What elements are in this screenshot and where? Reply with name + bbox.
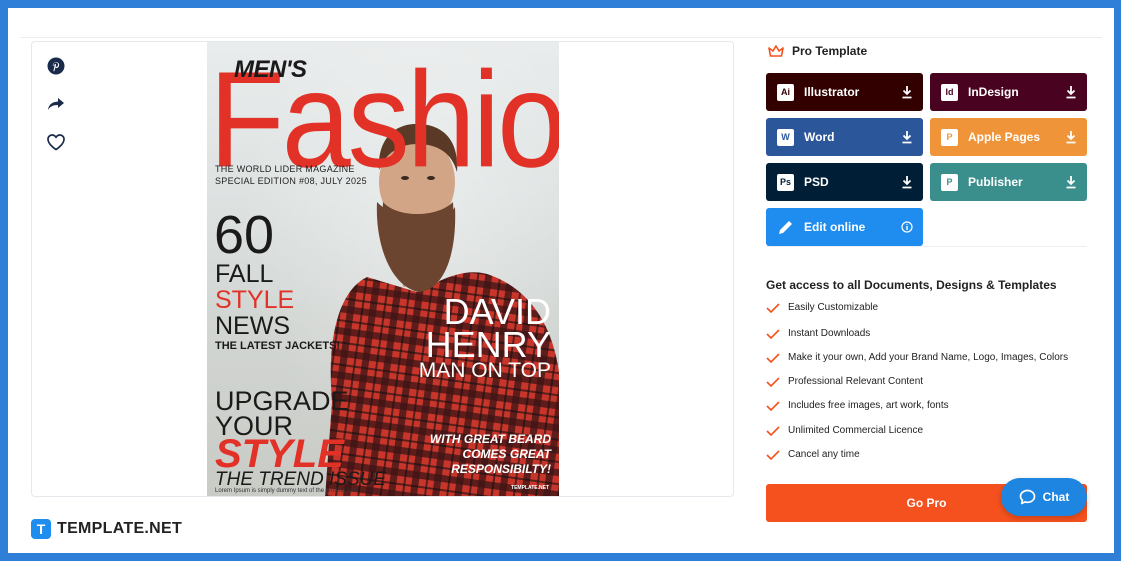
chat-bubble-icon bbox=[1019, 489, 1036, 505]
illustrator-icon: Ai bbox=[777, 83, 794, 101]
feature-item: Cancel any time bbox=[766, 449, 860, 460]
cover-henry: HENRY bbox=[425, 324, 551, 365]
chat-button[interactable]: Chat bbox=[1001, 478, 1087, 516]
feature-text: Make it your own, Add your Brand Name, L… bbox=[788, 352, 1069, 363]
check-icon bbox=[766, 328, 780, 339]
photoshop-icon: Ps bbox=[777, 173, 794, 191]
download-icon bbox=[1066, 176, 1076, 189]
format-word-button[interactable]: W Word bbox=[766, 118, 923, 156]
cover-edition: SPECIAL EDITION #08, JULY 2025 bbox=[215, 176, 367, 186]
download-icon bbox=[902, 86, 912, 99]
template-net-logo[interactable]: T TEMPLATE.NET bbox=[31, 519, 182, 539]
share-actions bbox=[44, 54, 68, 168]
heart-icon bbox=[47, 134, 65, 151]
favorite-button[interactable] bbox=[44, 130, 68, 154]
cover-brand: TEMPLATE.NET bbox=[511, 485, 549, 491]
check-icon bbox=[766, 376, 780, 387]
publisher-icon: P bbox=[941, 173, 958, 191]
format-apple-pages-button[interactable]: P Apple Pages bbox=[930, 118, 1087, 156]
check-icon bbox=[766, 302, 780, 313]
format-label: Apple Pages bbox=[968, 130, 1041, 144]
indesign-icon: Id bbox=[941, 83, 958, 101]
chat-label: Chat bbox=[1042, 490, 1070, 504]
cover-beard-line1: WITH GREAT BEARD bbox=[429, 432, 551, 446]
cover-trend-issue: THE TREND ISSUE bbox=[215, 469, 387, 490]
feature-text: Easily Customizable bbox=[788, 302, 879, 313]
format-label: Edit online bbox=[804, 220, 866, 234]
check-icon bbox=[766, 400, 780, 411]
share-button[interactable] bbox=[44, 92, 68, 116]
feature-text: Cancel any time bbox=[788, 449, 860, 460]
feature-text: Instant Downloads bbox=[788, 328, 871, 339]
section-divider bbox=[766, 246, 1087, 247]
check-icon bbox=[766, 352, 780, 363]
feature-item: Easily Customizable bbox=[766, 302, 878, 313]
cover-style: STYLE bbox=[215, 286, 295, 314]
logo-mark-icon: T bbox=[31, 519, 51, 539]
download-icon bbox=[1066, 86, 1076, 99]
share-arrow-icon bbox=[48, 98, 64, 110]
feature-text: Includes free images, art work, fonts bbox=[788, 400, 949, 411]
feature-item: Unlimited Commercial Licence bbox=[766, 425, 923, 436]
cover-beard-line2: COMES GREAT bbox=[462, 447, 551, 461]
download-icon bbox=[902, 176, 912, 189]
cover-lorem: Lorem Ipsum is simply dummy text of the … bbox=[215, 488, 358, 494]
apple-pages-icon: P bbox=[941, 128, 958, 146]
pro-template-header: Pro Template bbox=[768, 44, 867, 58]
cover-tagline: THE WORLD LIDER MAGAZINE bbox=[215, 164, 355, 174]
template-preview-card: Fashion MEN'S THE WORLD LIDER MAGAZINE S… bbox=[31, 41, 734, 497]
feature-item: Make it your own, Add your Brand Name, L… bbox=[766, 352, 1068, 363]
page-frame: Fashion MEN'S THE WORLD LIDER MAGAZINE S… bbox=[8, 8, 1114, 553]
access-title: Get access to all Documents, Designs & T… bbox=[766, 278, 1057, 292]
magazine-cover-preview[interactable]: Fashion MEN'S THE WORLD LIDER MAGAZINE S… bbox=[207, 42, 559, 496]
format-label: Word bbox=[804, 130, 835, 144]
feature-item: Professional Relevant Content bbox=[766, 376, 923, 387]
cover-beard-line3: RESPONSIBILTY! bbox=[451, 462, 551, 476]
format-label: Illustrator bbox=[804, 85, 860, 99]
pencil-icon bbox=[779, 220, 792, 234]
cover-news: NEWS bbox=[215, 312, 290, 340]
check-icon bbox=[766, 449, 780, 460]
crown-icon bbox=[768, 45, 784, 57]
feature-item: Instant Downloads bbox=[766, 328, 870, 339]
info-icon[interactable] bbox=[901, 221, 913, 233]
cover-man-on-top: MAN ON TOP bbox=[418, 359, 551, 382]
check-icon bbox=[766, 425, 780, 436]
format-psd-button[interactable]: Ps PSD bbox=[766, 163, 923, 201]
feature-text: Professional Relevant Content bbox=[788, 376, 924, 387]
feature-text: Unlimited Commercial Licence bbox=[788, 425, 924, 436]
cover-jackets: THE LATEST JACKETS! bbox=[215, 340, 341, 352]
pinterest-icon bbox=[47, 57, 65, 75]
format-indesign-button[interactable]: Id InDesign bbox=[930, 73, 1087, 111]
cover-style-big: STYLE bbox=[215, 432, 344, 476]
format-publisher-button[interactable]: P Publisher bbox=[930, 163, 1087, 201]
format-illustrator-button[interactable]: Ai Illustrator bbox=[766, 73, 923, 111]
download-icon bbox=[1066, 131, 1076, 144]
format-label: InDesign bbox=[968, 85, 1019, 99]
cover-title-mens: MEN'S bbox=[234, 56, 307, 83]
pinterest-button[interactable] bbox=[44, 54, 68, 78]
edit-online-button[interactable]: Edit online bbox=[766, 208, 923, 246]
pro-template-title: Pro Template bbox=[792, 44, 868, 58]
download-icon bbox=[902, 131, 912, 144]
feature-item: Includes free images, art work, fonts bbox=[766, 400, 949, 411]
word-icon: W bbox=[777, 128, 794, 146]
top-divider bbox=[20, 37, 1102, 38]
cover-fall: FALL bbox=[215, 260, 274, 288]
format-label: Publisher bbox=[968, 175, 1023, 189]
logo-text: TEMPLATE.NET bbox=[57, 520, 183, 537]
format-label: PSD bbox=[804, 175, 829, 189]
cover-number: 60 bbox=[214, 205, 275, 265]
